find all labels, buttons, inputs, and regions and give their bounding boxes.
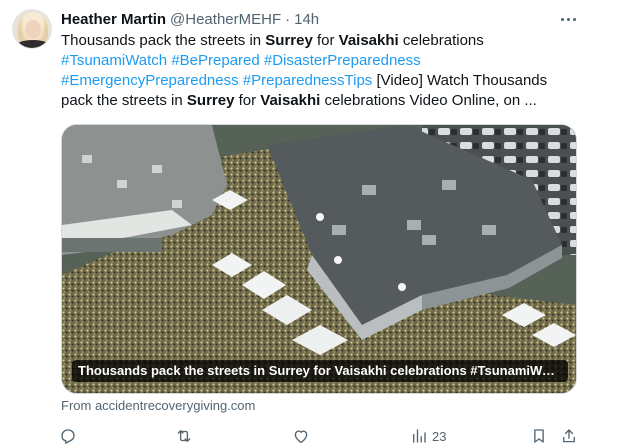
- views-button[interactable]: 23: [410, 424, 446, 448]
- tweet-text-line-2: #TsunamiWatch #BePrepared #DisasterPrepa…: [61, 51, 581, 71]
- views-icon: [413, 429, 426, 443]
- text-segment: celebrations: [398, 32, 484, 49]
- more-dot: [566, 17, 570, 21]
- text-bold-surrey: Surrey: [186, 92, 235, 109]
- text-bold-vaisakhi: Vaisakhi: [260, 92, 321, 109]
- hashtag-emergencypreparedness[interactable]: #EmergencyPreparedness: [61, 72, 239, 89]
- text-segment: celebrations Video Online, on ...: [320, 92, 537, 109]
- tweet-header: Heather Martin @HeatherMEHF · 14h: [61, 9, 319, 29]
- hashtag-preparednesstips[interactable]: #PreparednessTips: [243, 72, 373, 89]
- tweet-text-line-1: Thousands pack the streets in Surrey for…: [61, 31, 581, 51]
- text-segment: for: [234, 92, 261, 109]
- retweet-icon: [177, 430, 191, 442]
- author-handle[interactable]: @HeatherMEHF: [170, 11, 281, 28]
- bookmark-icon: [534, 429, 544, 443]
- retweet-button[interactable]: [175, 424, 193, 448]
- share-button[interactable]: [560, 424, 578, 448]
- media-caption: Thousands pack the streets in Surrey for…: [72, 360, 568, 382]
- text-bold-surrey: Surrey: [265, 32, 313, 49]
- text-bold-vaisakhi: Vaisakhi: [338, 32, 399, 49]
- reply-icon: [61, 429, 75, 444]
- bookmark-button[interactable]: [530, 424, 548, 448]
- text-segment: Thousands pack the streets in: [61, 32, 266, 49]
- aerial-crowd-photo: [62, 125, 576, 393]
- tweet-text-line-3: #EmergencyPreparedness #PreparednessTips…: [61, 71, 581, 91]
- tweet-text: Thousands pack the streets in Surrey for…: [61, 31, 581, 111]
- author-name[interactable]: Heather Martin: [61, 11, 166, 28]
- media-image[interactable]: Thousands pack the streets in Surrey for…: [61, 124, 577, 394]
- avatar[interactable]: [12, 9, 52, 49]
- more-options-icon[interactable]: [557, 9, 579, 29]
- share-icon: [563, 429, 575, 443]
- text-segment: [Video] Watch Thousands: [372, 72, 548, 89]
- like-icon: [294, 430, 308, 444]
- hashtag-disasterpreparedness[interactable]: #DisasterPreparedness: [264, 52, 421, 69]
- views-count: 23: [432, 428, 447, 444]
- more-dot: [572, 17, 576, 21]
- reply-button[interactable]: [59, 424, 77, 448]
- avatar-face: [25, 20, 41, 39]
- tweet-text-line-4: pack the streets in Surrey for Vaisakhi …: [61, 91, 581, 111]
- action-bar: 23: [55, 424, 585, 448]
- text-segment: pack the streets in: [61, 92, 187, 109]
- tweet[interactable]: Heather Martin @HeatherMEHF · 14h Thousa…: [0, 0, 622, 448]
- hashtag-tsunamiwatch[interactable]: #TsunamiWatch: [61, 52, 167, 69]
- like-button[interactable]: [292, 424, 310, 448]
- hashtag-beprepared[interactable]: #BePrepared: [171, 52, 259, 69]
- text-segment: for: [312, 32, 339, 49]
- timestamp[interactable]: 14h: [294, 11, 319, 28]
- separator-dot: ·: [285, 10, 291, 28]
- avatar-shoulders: [15, 40, 51, 48]
- more-dot: [560, 17, 564, 21]
- link-source[interactable]: From accidentrecoverygiving.com: [61, 398, 255, 413]
